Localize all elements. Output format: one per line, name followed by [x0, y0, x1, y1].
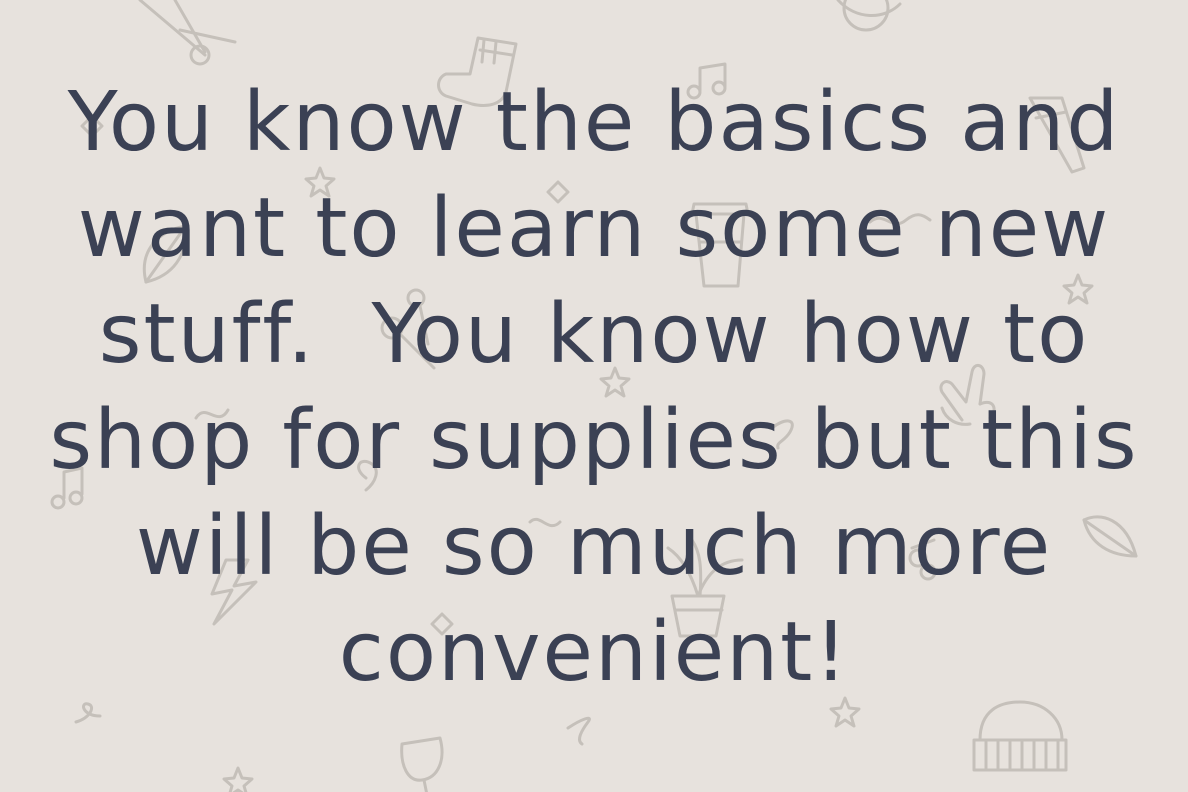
message-line: stuff. You know how to: [98, 287, 1090, 382]
scissors-icon: [138, 0, 237, 66]
message-text: You know the basics and want to learn so…: [0, 70, 1188, 706]
star-icon: [222, 766, 254, 792]
squiggle-icon: [74, 702, 102, 724]
squiggle-icon: [566, 716, 591, 746]
message-line: want to learn some new: [77, 181, 1111, 276]
message-line: shop for supplies but this: [49, 393, 1139, 488]
message-line: convenient!: [338, 605, 850, 700]
message-line: You know the basics and: [67, 75, 1121, 170]
wine-glass-icon: [400, 736, 444, 792]
graphic-card: You know the basics and want to learn so…: [0, 0, 1188, 792]
beanie-hat-icon: [972, 700, 1068, 772]
planet-icon: [836, 0, 902, 32]
message-line: will be so much more: [135, 499, 1053, 594]
